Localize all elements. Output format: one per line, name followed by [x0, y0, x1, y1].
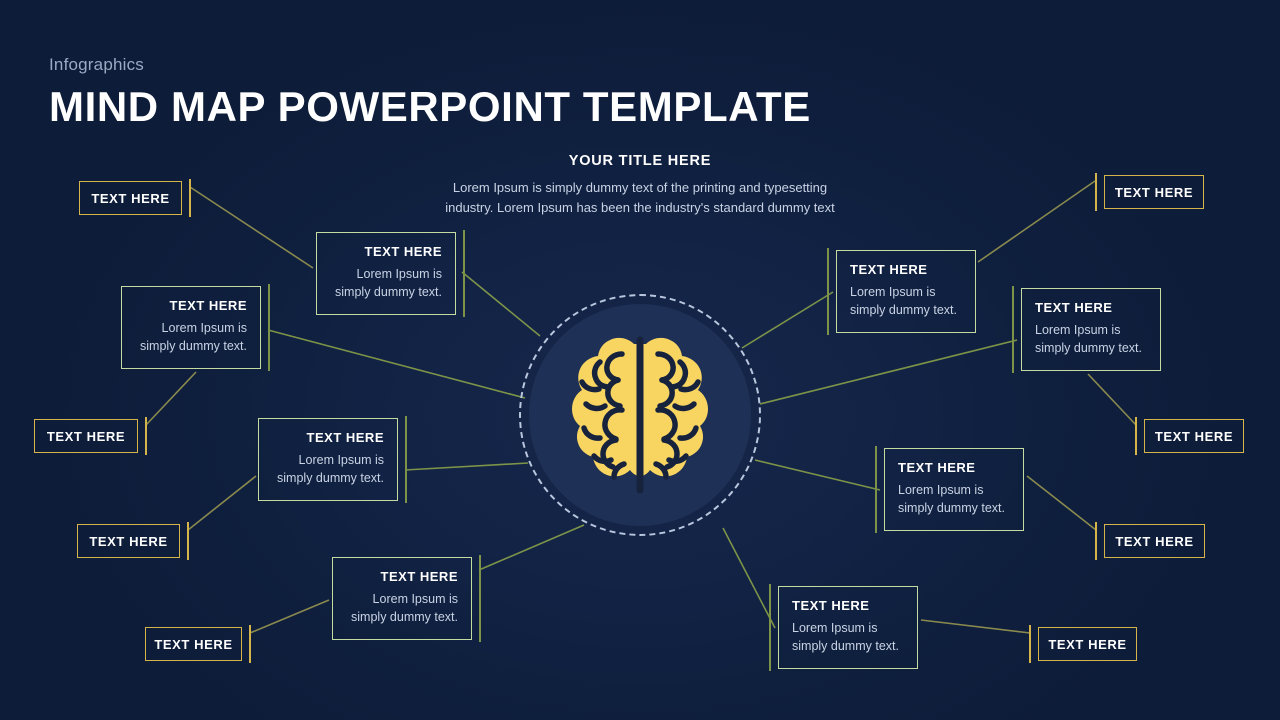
node-accent-tick [479, 555, 481, 642]
mindmap-node[interactable]: TEXT HERE [145, 627, 242, 661]
node-body: Lorem Ipsum is simply dummy text. [140, 321, 247, 353]
mindmap-node[interactable]: TEXT HERE Lorem Ipsum is simply dummy tex… [1021, 288, 1161, 371]
node-accent-tick [769, 584, 771, 671]
mindmap-node[interactable]: TEXT HERE [1144, 419, 1244, 453]
node-title: TEXT HERE [46, 428, 126, 444]
connector-line [145, 371, 197, 426]
connector-line [404, 462, 529, 471]
mindmap-node[interactable]: TEXT HERE [79, 181, 182, 215]
center-description: Lorem Ipsum is simply dummy text of the … [445, 180, 835, 216]
node-accent-tick [405, 416, 407, 503]
brain-icon [572, 336, 708, 494]
mindmap-node[interactable]: TEXT HERE Lorem Ipsum is simply dummy tex… [316, 232, 456, 315]
node-body: Lorem Ipsum is simply dummy text. [351, 592, 458, 624]
page-title: MIND MAP POWERPOINT TEMPLATE [49, 83, 811, 130]
node-accent-tick [1095, 522, 1097, 560]
node-accent-tick [875, 446, 877, 533]
center-title: YOUR TITLE HERE [568, 153, 712, 169]
mindmap-node[interactable]: TEXT HERE Lorem Ipsum is simply dummy tex… [121, 286, 261, 369]
mindmap-node[interactable]: TEXT HERE Lorem Ipsum is simply dummy tex… [778, 586, 918, 669]
node-title: TEXT HERE [364, 244, 442, 259]
node-accent-tick [827, 248, 829, 335]
mindmap-node[interactable]: TEXT HERE [1104, 175, 1204, 209]
connector-line [187, 475, 257, 531]
mindmap-node[interactable]: TEXT HERE Lorem Ipsum is simply dummy tex… [258, 418, 398, 501]
node-title: TEXT HERE [380, 569, 458, 584]
node-accent-tick [249, 625, 251, 663]
node-title: TEXT HERE [1035, 300, 1113, 315]
node-title: TEXT HERE [89, 533, 168, 549]
node-body: Lorem Ipsum is simply dummy text. [335, 267, 442, 299]
node-title: TEXT HERE [792, 598, 870, 613]
node-accent-tick [1135, 417, 1137, 455]
node-title: TEXT HERE [1154, 428, 1234, 444]
connector-line [1087, 373, 1137, 426]
node-accent-tick [1012, 286, 1014, 373]
connector-line [249, 599, 330, 634]
node-accent-tick [189, 179, 191, 217]
node-body: Lorem Ipsum is simply dummy text. [898, 483, 1005, 515]
node-accent-tick [268, 284, 270, 371]
node-body: Lorem Ipsum is simply dummy text. [792, 621, 899, 653]
eyebrow-label: Infographics [49, 55, 145, 74]
connector-line [759, 339, 1018, 405]
mindmap-node[interactable]: TEXT HERE Lorem Ipsum is simply dummy tex… [884, 448, 1024, 531]
node-title: TEXT HERE [1048, 636, 1127, 652]
node-body: Lorem Ipsum is simply dummy text. [277, 453, 384, 485]
node-title: TEXT HERE [91, 190, 170, 206]
mindmap-node[interactable]: TEXT HERE [1038, 627, 1137, 661]
node-accent-tick [1029, 625, 1031, 663]
connector-line [722, 527, 776, 629]
node-accent-tick [463, 230, 465, 317]
connector-line [754, 459, 881, 491]
mindmap-node[interactable]: TEXT HERE Lorem Ipsum is simply dummy tex… [836, 250, 976, 333]
node-title: TEXT HERE [1115, 533, 1194, 549]
connector-line [189, 186, 314, 269]
mindmap-node[interactable]: TEXT HERE [1104, 524, 1205, 558]
node-title: TEXT HERE [850, 262, 928, 277]
node-body: Lorem Ipsum is simply dummy text. [850, 285, 957, 317]
node-title: TEXT HERE [1114, 184, 1194, 200]
connector-line [920, 619, 1031, 634]
mindmap-node[interactable]: TEXT HERE [34, 419, 138, 453]
node-accent-tick [1095, 173, 1097, 211]
connector-line [1026, 475, 1097, 531]
connector-line [977, 180, 1096, 263]
node-title: TEXT HERE [154, 636, 233, 652]
node-accent-tick [145, 417, 147, 455]
mindmap-node[interactable]: TEXT HERE Lorem Ipsum is simply dummy tex… [332, 557, 472, 640]
node-body: Lorem Ipsum is simply dummy text. [1035, 323, 1142, 355]
mindmap-node[interactable]: TEXT HERE [77, 524, 180, 558]
connector-line [267, 329, 526, 399]
node-title: TEXT HERE [898, 460, 976, 475]
center-caption: YOUR TITLE HERE Lorem Ipsum is simply du… [440, 153, 840, 218]
central-hub[interactable] [519, 294, 761, 536]
node-title: TEXT HERE [306, 430, 384, 445]
node-accent-tick [187, 522, 189, 560]
node-title: TEXT HERE [169, 298, 247, 313]
slide-header: Infographics MIND MAP POWERPOINT TEMPLAT… [49, 56, 811, 128]
